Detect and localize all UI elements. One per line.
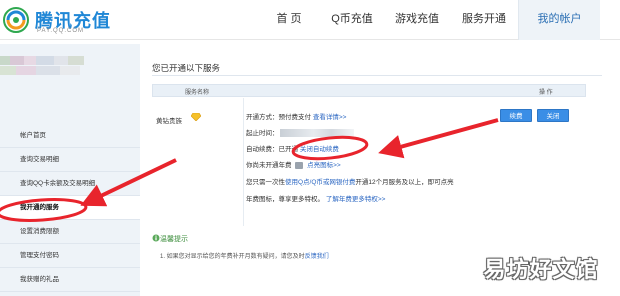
service-period-label: 起止时间： <box>246 130 279 137</box>
redacted-dates <box>280 129 355 138</box>
pay-with-qcoin-link[interactable]: 使用Q点/Q币或网银付费 <box>285 179 355 186</box>
column-header-service: 服务名称 <box>185 90 210 96</box>
nav-home[interactable]: 首 页 <box>258 0 320 40</box>
tips-text: 1. 如果您对显示给您的年费补开月数有疑问，请您及时反馈我们 <box>160 251 329 260</box>
sidebar-item-payment-password[interactable]: 管理支付密码 <box>0 244 140 268</box>
service-name: 黄钻贵族 <box>156 118 182 125</box>
tip-info-icon <box>152 234 160 242</box>
promo-row-2: 年费图标，尊享更多特权。 了解年费更多特权>> <box>246 193 385 203</box>
annual-fee-row: 你尚未开通年费 点亮图标>> <box>246 159 341 169</box>
top-header: 腾讯充值 PAY.QQ.COM 首 页 Q币充值 游戏充值 服务开通 我的帐户 <box>0 0 620 40</box>
auto-renew-label: 自动续费：已开通 <box>246 146 298 153</box>
sidebar-menu: 帐户首页 查询交易明细 查询QQ卡余额及交易明细 我开通的服务 设置消费限额 管… <box>0 124 140 292</box>
auto-renew-row: 自动续费：已开通 关闭自动续费 <box>246 143 339 153</box>
tips-title: 温馨提示 <box>160 236 188 243</box>
sidebar-item-qq-card[interactable]: 查询QQ卡余额及交易明细 <box>0 172 140 196</box>
page-title: 您已开通以下服务 <box>152 63 221 73</box>
close-service-button[interactable]: 关闭 <box>537 109 569 122</box>
renew-button[interactable]: 续费 <box>500 109 532 122</box>
promo-line-2: 年费图标，尊享更多特权。 <box>246 196 324 203</box>
promo-row: 您只需一次性使用Q点/Q币或网银付费开通12个月服务及以上，即可点亮 <box>246 176 454 186</box>
yellow-diamond-icon <box>191 113 201 121</box>
nav-service-open[interactable]: 服务开通 <box>450 0 518 40</box>
column-header-operation: 操 作 <box>539 90 553 96</box>
watermark: 易坊好文馆 <box>483 258 599 283</box>
service-method-row: 开通方式：预付费支付 查看详情>> <box>246 111 346 121</box>
cancel-auto-renew-link[interactable]: 关闭自动续费 <box>300 146 339 153</box>
promo-suffix: 开通12个月服务及以上，即可点亮 <box>355 179 454 186</box>
annual-privileges-link[interactable]: 了解年费更多特权>> <box>326 196 386 203</box>
main-nav: 首 页 Q币充值 游戏充值 服务开通 我的帐户 <box>258 0 600 40</box>
service-method-label: 开通方式：预付费支付 <box>246 114 311 121</box>
nav-qcoin-recharge[interactable]: Q币充值 <box>320 0 384 40</box>
nav-game-recharge[interactable]: 游戏充值 <box>384 0 450 40</box>
promo-prefix: 您只需一次性 <box>246 179 285 186</box>
logo-domain: PAY.QQ.COM <box>37 28 85 34</box>
view-details-link[interactable]: 查看详情>> <box>313 114 347 121</box>
tenpay-logo-icon <box>3 7 29 33</box>
tenpay-logo[interactable]: 腾讯充值 PAY.QQ.COM <box>2 4 162 38</box>
title-divider <box>152 75 602 76</box>
sidebar-item-transactions[interactable]: 查询交易明细 <box>0 148 140 172</box>
service-period-row: 起止时间： <box>246 127 355 138</box>
account-sidebar: 帐户首页 查询交易明细 查询QQ卡余额及交易明细 我开通的服务 设置消费限额 管… <box>0 44 140 296</box>
user-info-redacted <box>0 56 100 82</box>
light-up-icon-link[interactable]: 点亮图标>> <box>307 162 341 169</box>
services-table-header: 服务名称 操 作 <box>152 84 586 97</box>
sidebar-item-my-services[interactable]: 我开通的服务 <box>0 196 140 220</box>
tips-text-prefix: 1. 如果您对显示给您的年费补开月数有疑问，请您及时 <box>160 254 305 260</box>
nav-my-account[interactable]: 我的帐户 <box>518 0 600 40</box>
sidebar-item-account-home[interactable]: 帐户首页 <box>0 124 140 148</box>
sidebar-item-gifts[interactable]: 我获赠的礼品 <box>0 268 140 292</box>
annual-fee-label: 你尚未开通年费 <box>246 162 292 169</box>
feedback-link[interactable]: 反馈我们 <box>305 254 329 260</box>
column-divider <box>243 98 244 226</box>
sidebar-item-spending-limit[interactable]: 设置消费限额 <box>0 220 140 244</box>
annual-badge-icon <box>295 161 304 169</box>
